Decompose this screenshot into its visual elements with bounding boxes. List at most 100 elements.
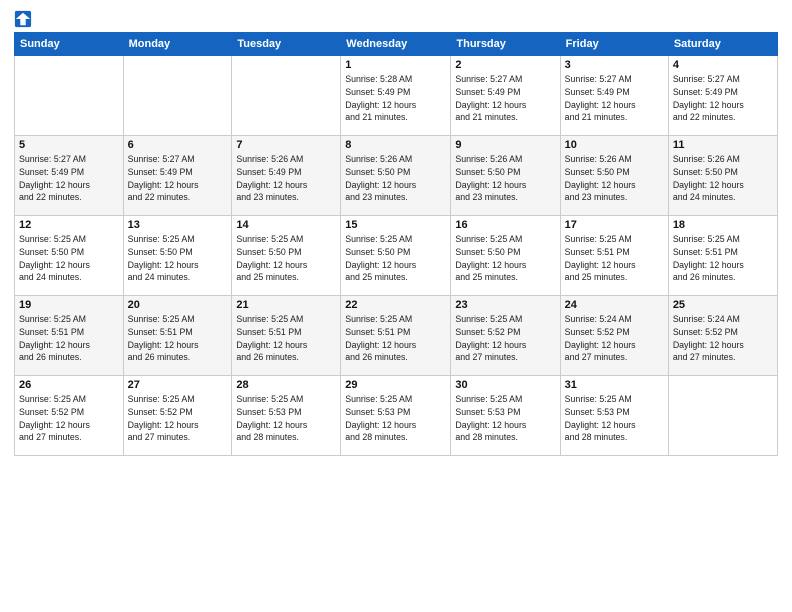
calendar-cell: 17 Sunrise: 5:25 AM Sunset: 5:51 PM Dayli… bbox=[560, 216, 668, 296]
day-info: Sunrise: 5:27 AM Sunset: 5:49 PM Dayligh… bbox=[565, 73, 664, 124]
day-info: Sunrise: 5:27 AM Sunset: 5:49 PM Dayligh… bbox=[455, 73, 555, 124]
day-info: Sunrise: 5:25 AM Sunset: 5:50 PM Dayligh… bbox=[19, 233, 119, 284]
day-info: Sunrise: 5:26 AM Sunset: 5:50 PM Dayligh… bbox=[673, 153, 773, 204]
day-header-sunday: Sunday bbox=[15, 33, 124, 56]
day-info: Sunrise: 5:27 AM Sunset: 5:49 PM Dayligh… bbox=[673, 73, 773, 124]
calendar-cell: 29Sunrise: 5:25 AM Sunset: 5:53 PM Dayli… bbox=[341, 376, 451, 456]
calendar-cell bbox=[668, 376, 777, 456]
day-info: Sunrise: 5:25 AM Sunset: 5:50 PM Dayligh… bbox=[128, 233, 228, 284]
day-number: 26 bbox=[19, 379, 119, 391]
day-info: Sunrise: 5:24 AM Sunset: 5:52 PM Dayligh… bbox=[565, 313, 664, 364]
week-row-5: 26 Sunrise: 5:25 AM Sunset: 5:52 PM Dayli… bbox=[15, 376, 778, 456]
week-row-2: 5Sunrise: 5:27 AM Sunset: 5:49 PM Daylig… bbox=[15, 136, 778, 216]
day-info: Sunrise: 5:25 AM Sunset: 5:51 PM Dayligh… bbox=[565, 233, 664, 284]
calendar-cell: 30 Sunrise: 5:25 AM Sunset: 5:53 PM Dayli… bbox=[451, 376, 560, 456]
day-number: 17 bbox=[565, 219, 664, 231]
day-number: 1 bbox=[345, 59, 446, 71]
day-header-thursday: Thursday bbox=[451, 33, 560, 56]
calendar-cell: 1 Sunrise: 5:28 AM Sunset: 5:49 PM Daylig… bbox=[341, 56, 451, 136]
calendar-table: SundayMondayTuesdayWednesdayThursdayFrid… bbox=[14, 32, 778, 456]
calendar-cell: 20 Sunrise: 5:25 AM Sunset: 5:51 PM Dayli… bbox=[123, 296, 232, 376]
calendar-cell: 28 Sunrise: 5:25 AM Sunset: 5:53 PM Dayli… bbox=[232, 376, 341, 456]
calendar-cell: 7 Sunrise: 5:26 AM Sunset: 5:49 PM Daylig… bbox=[232, 136, 341, 216]
day-header-monday: Monday bbox=[123, 33, 232, 56]
calendar-cell: 9 Sunrise: 5:26 AM Sunset: 5:50 PM Daylig… bbox=[451, 136, 560, 216]
logo-icon bbox=[14, 10, 32, 28]
day-info: Sunrise: 5:25 AM Sunset: 5:53 PM Dayligh… bbox=[455, 393, 555, 444]
day-info: Sunrise: 5:27 AM Sunset: 5:49 PM Dayligh… bbox=[128, 153, 228, 204]
calendar-cell: 22 Sunrise: 5:25 AM Sunset: 5:51 PM Dayli… bbox=[341, 296, 451, 376]
page-container: SundayMondayTuesdayWednesdayThursdayFrid… bbox=[0, 0, 792, 464]
calendar-cell bbox=[232, 56, 341, 136]
day-info: Sunrise: 5:26 AM Sunset: 5:50 PM Dayligh… bbox=[455, 153, 555, 204]
calendar-cell: 23 Sunrise: 5:25 AM Sunset: 5:52 PM Dayli… bbox=[451, 296, 560, 376]
day-number: 9 bbox=[455, 139, 555, 151]
day-info: Sunrise: 5:26 AM Sunset: 5:50 PM Dayligh… bbox=[565, 153, 664, 204]
day-info: Sunrise: 5:28 AM Sunset: 5:49 PM Dayligh… bbox=[345, 73, 446, 124]
day-number: 31 bbox=[565, 379, 664, 391]
day-number: 14 bbox=[236, 219, 336, 231]
day-number: 18 bbox=[673, 219, 773, 231]
day-number: 28 bbox=[236, 379, 336, 391]
day-header-saturday: Saturday bbox=[668, 33, 777, 56]
day-info: Sunrise: 5:25 AM Sunset: 5:52 PM Dayligh… bbox=[128, 393, 228, 444]
day-header-wednesday: Wednesday bbox=[341, 33, 451, 56]
week-row-4: 19 Sunrise: 5:25 AM Sunset: 5:51 PM Dayli… bbox=[15, 296, 778, 376]
logo bbox=[14, 10, 34, 28]
day-number: 12 bbox=[19, 219, 119, 231]
day-info: Sunrise: 5:25 AM Sunset: 5:51 PM Dayligh… bbox=[345, 313, 446, 364]
day-number: 21 bbox=[236, 299, 336, 311]
day-number: 30 bbox=[455, 379, 555, 391]
calendar-cell: 10 Sunrise: 5:26 AM Sunset: 5:50 PM Dayli… bbox=[560, 136, 668, 216]
day-number: 27 bbox=[128, 379, 228, 391]
day-info: Sunrise: 5:25 AM Sunset: 5:50 PM Dayligh… bbox=[236, 233, 336, 284]
day-info: Sunrise: 5:25 AM Sunset: 5:53 PM Dayligh… bbox=[236, 393, 336, 444]
calendar-cell: 26 Sunrise: 5:25 AM Sunset: 5:52 PM Dayli… bbox=[15, 376, 124, 456]
day-number: 20 bbox=[128, 299, 228, 311]
day-number: 22 bbox=[345, 299, 446, 311]
calendar-header-row: SundayMondayTuesdayWednesdayThursdayFrid… bbox=[15, 33, 778, 56]
calendar-cell: 25 Sunrise: 5:24 AM Sunset: 5:52 PM Dayli… bbox=[668, 296, 777, 376]
day-info: Sunrise: 5:25 AM Sunset: 5:50 PM Dayligh… bbox=[345, 233, 446, 284]
week-row-3: 12 Sunrise: 5:25 AM Sunset: 5:50 PM Dayli… bbox=[15, 216, 778, 296]
day-info: Sunrise: 5:25 AM Sunset: 5:51 PM Dayligh… bbox=[128, 313, 228, 364]
day-number: 25 bbox=[673, 299, 773, 311]
calendar-cell: 27 Sunrise: 5:25 AM Sunset: 5:52 PM Dayli… bbox=[123, 376, 232, 456]
day-info: Sunrise: 5:25 AM Sunset: 5:52 PM Dayligh… bbox=[19, 393, 119, 444]
calendar-cell: 3Sunrise: 5:27 AM Sunset: 5:49 PM Daylig… bbox=[560, 56, 668, 136]
day-number: 24 bbox=[565, 299, 664, 311]
calendar-cell bbox=[15, 56, 124, 136]
calendar-cell: 21Sunrise: 5:25 AM Sunset: 5:51 PM Dayli… bbox=[232, 296, 341, 376]
calendar-cell: 19 Sunrise: 5:25 AM Sunset: 5:51 PM Dayli… bbox=[15, 296, 124, 376]
calendar-cell: 8 Sunrise: 5:26 AM Sunset: 5:50 PM Daylig… bbox=[341, 136, 451, 216]
calendar-cell: 2Sunrise: 5:27 AM Sunset: 5:49 PM Daylig… bbox=[451, 56, 560, 136]
day-info: Sunrise: 5:25 AM Sunset: 5:51 PM Dayligh… bbox=[673, 233, 773, 284]
day-number: 4 bbox=[673, 59, 773, 71]
day-info: Sunrise: 5:25 AM Sunset: 5:53 PM Dayligh… bbox=[345, 393, 446, 444]
day-info: Sunrise: 5:25 AM Sunset: 5:50 PM Dayligh… bbox=[455, 233, 555, 284]
calendar-cell: 18 Sunrise: 5:25 AM Sunset: 5:51 PM Dayli… bbox=[668, 216, 777, 296]
day-header-tuesday: Tuesday bbox=[232, 33, 341, 56]
day-info: Sunrise: 5:25 AM Sunset: 5:51 PM Dayligh… bbox=[19, 313, 119, 364]
day-info: Sunrise: 5:24 AM Sunset: 5:52 PM Dayligh… bbox=[673, 313, 773, 364]
day-info: Sunrise: 5:26 AM Sunset: 5:50 PM Dayligh… bbox=[345, 153, 446, 204]
day-number: 8 bbox=[345, 139, 446, 151]
calendar-cell: 16Sunrise: 5:25 AM Sunset: 5:50 PM Dayli… bbox=[451, 216, 560, 296]
day-number: 10 bbox=[565, 139, 664, 151]
calendar-cell: 24 Sunrise: 5:24 AM Sunset: 5:52 PM Dayli… bbox=[560, 296, 668, 376]
day-number: 13 bbox=[128, 219, 228, 231]
week-row-1: 1 Sunrise: 5:28 AM Sunset: 5:49 PM Daylig… bbox=[15, 56, 778, 136]
day-info: Sunrise: 5:25 AM Sunset: 5:53 PM Dayligh… bbox=[565, 393, 664, 444]
day-number: 15 bbox=[345, 219, 446, 231]
day-number: 11 bbox=[673, 139, 773, 151]
day-info: Sunrise: 5:26 AM Sunset: 5:49 PM Dayligh… bbox=[236, 153, 336, 204]
calendar-cell: 11 Sunrise: 5:26 AM Sunset: 5:50 PM Dayli… bbox=[668, 136, 777, 216]
day-number: 23 bbox=[455, 299, 555, 311]
calendar-cell bbox=[123, 56, 232, 136]
day-header-friday: Friday bbox=[560, 33, 668, 56]
day-number: 19 bbox=[19, 299, 119, 311]
day-info: Sunrise: 5:25 AM Sunset: 5:52 PM Dayligh… bbox=[455, 313, 555, 364]
day-number: 6 bbox=[128, 139, 228, 151]
header bbox=[14, 10, 778, 28]
day-number: 7 bbox=[236, 139, 336, 151]
